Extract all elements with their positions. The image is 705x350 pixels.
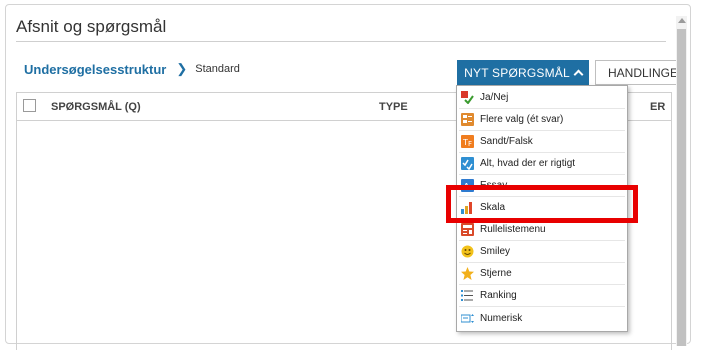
title-divider — [16, 41, 666, 42]
section-title: Afsnit og spørgsmål — [16, 17, 167, 36]
new-question-label: NYT SPØRGSMÅL — [464, 65, 570, 80]
yes-no-icon — [461, 91, 474, 105]
multiple-choice-icon — [461, 113, 474, 126]
breadcrumb: Undersøgelsesstruktur ❯ Standard — [24, 61, 240, 77]
menu-item-star[interactable]: Stjerne — [459, 263, 625, 285]
new-question-button[interactable]: NYT SPØRGSMÅL — [457, 60, 589, 85]
menu-item-yes-no[interactable]: Ja/Nej — [459, 87, 625, 109]
ranking-icon — [461, 289, 474, 302]
select-all-checkbox[interactable] — [23, 99, 36, 112]
scrollbar-thumb[interactable] — [677, 29, 686, 346]
chevron-right-icon: ❯ — [176, 61, 188, 76]
smiley-icon — [461, 245, 474, 258]
dropdown-list-icon — [461, 223, 474, 236]
column-header-question[interactable]: SPØRGSMÅL (Q) — [51, 101, 141, 113]
menu-item-numeric[interactable]: Numerisk — [459, 307, 625, 329]
column-header-type[interactable]: TYPE — [379, 101, 408, 113]
menu-item-smiley[interactable]: Smiley — [459, 241, 625, 263]
svg-text:F: F — [468, 140, 472, 148]
column-header-partial[interactable]: ER — [650, 101, 665, 113]
numeric-icon — [460, 312, 474, 325]
menu-item-all-that-apply[interactable]: Alt, hvad der er rigtigt — [459, 153, 625, 175]
menu-item-true-false[interactable]: TF Sandt/Falsk — [459, 131, 625, 153]
vertical-scrollbar[interactable] — [676, 16, 687, 346]
menu-item-multiple-choice[interactable]: Flere valg (ét svar) — [459, 109, 625, 131]
scroll-up-arrow-icon[interactable] — [678, 18, 686, 23]
star-icon — [461, 267, 474, 280]
chevron-up-icon — [573, 69, 584, 80]
breadcrumb-current: Standard — [195, 63, 240, 75]
breadcrumb-link[interactable]: Undersøgelsesstruktur — [24, 62, 166, 77]
menu-item-ranking[interactable]: Ranking — [459, 285, 625, 307]
true-false-icon: TF — [461, 135, 474, 148]
actions-button[interactable]: HANDLINGER — [595, 60, 685, 85]
all-that-apply-icon — [461, 157, 474, 171]
highlight-box-scale — [446, 185, 638, 223]
